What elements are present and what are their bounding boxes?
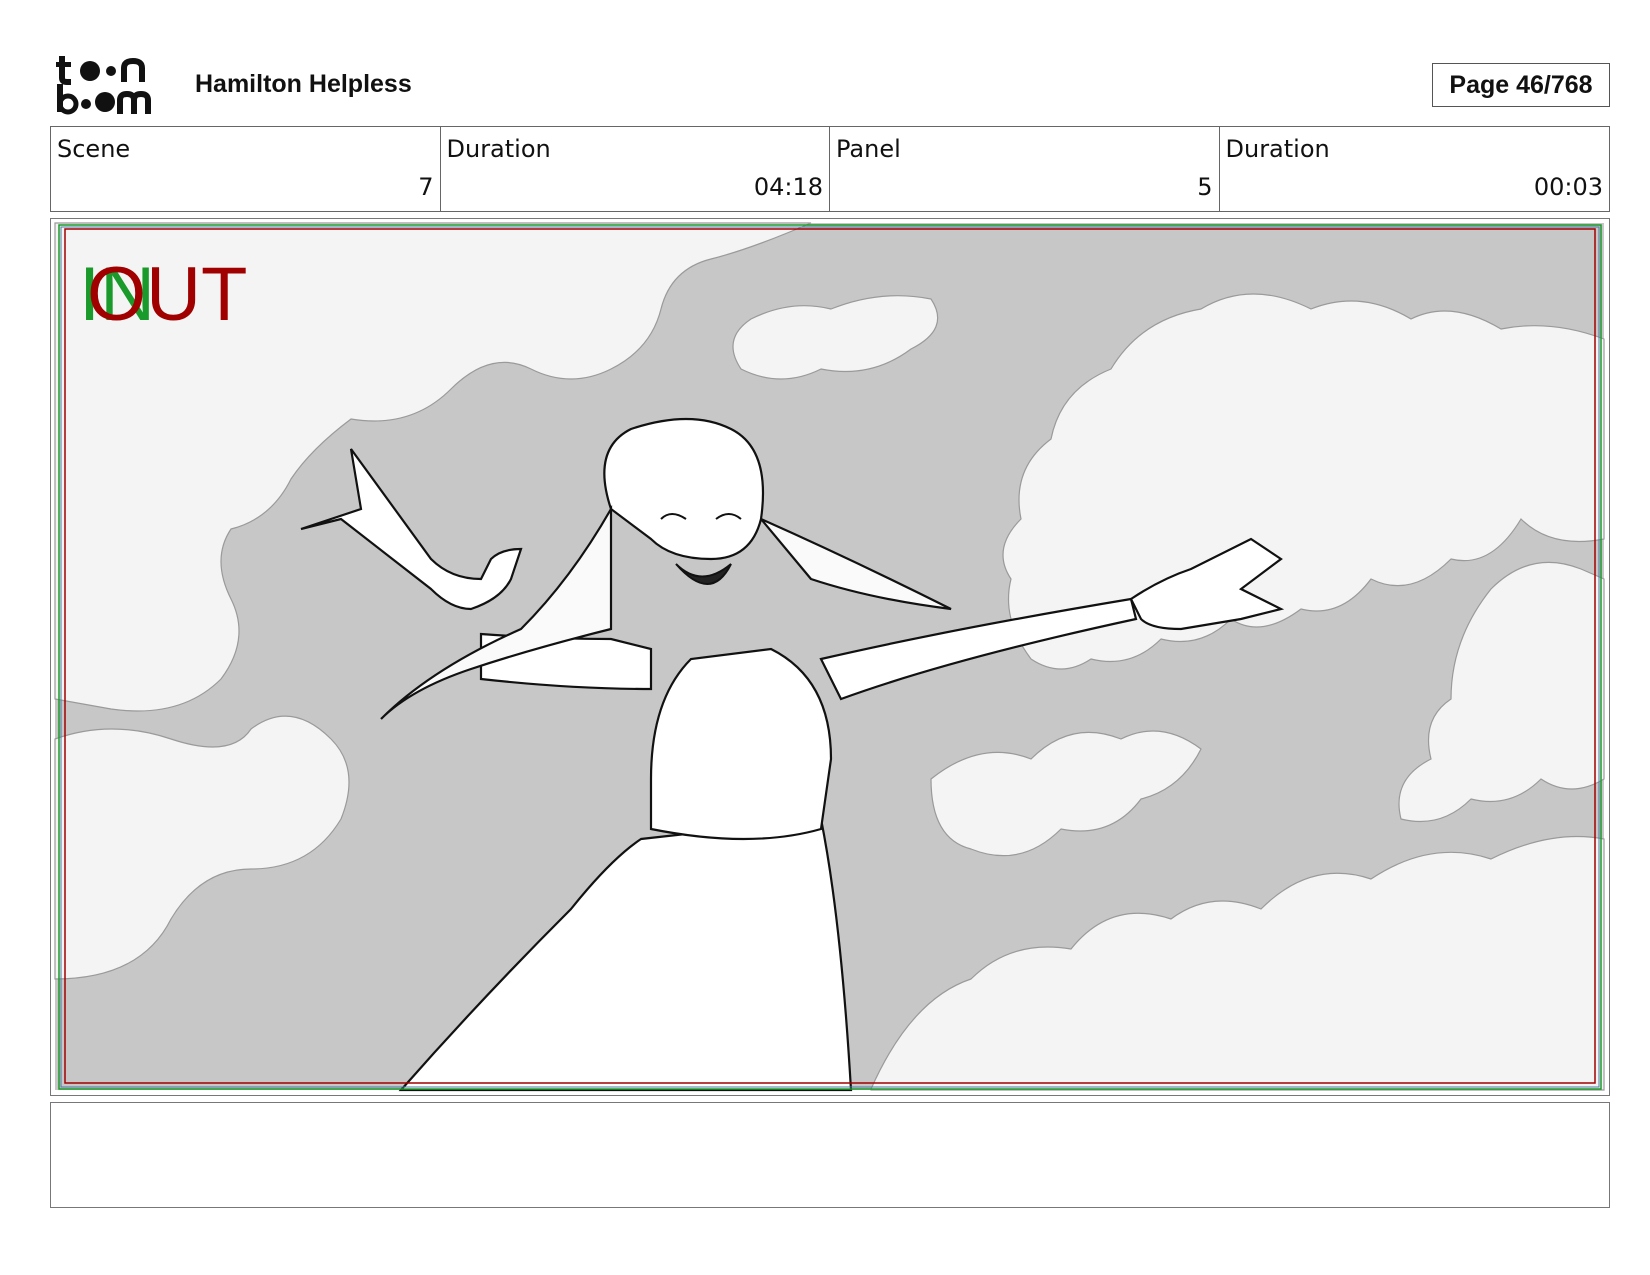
panel-cell: Panel 5 [830,127,1220,211]
scene-info-table: Scene 7 Duration 04:18 Panel 5 Duration … [50,126,1610,212]
project-title: Hamilton Helpless [195,70,412,98]
scene-duration-value: 04:18 [753,173,823,201]
scene-duration-label: Duration [446,135,551,163]
out-marker: OUT [87,252,248,337]
panel-artwork [54,222,1605,1092]
scene-label: Scene [57,135,131,163]
panel-value: 5 [1197,173,1213,201]
panel-label: Panel [836,135,901,163]
scene-duration-cell: Duration 04:18 [441,127,830,211]
panel-duration-label: Duration [1225,135,1330,163]
scene-cell: Scene 7 [51,127,441,211]
toon-boom-logo [54,52,174,118]
toon-boom-logo-icon [56,56,151,115]
panel-duration-cell: Duration 00:03 [1220,127,1610,211]
storyboard-panel: IN OUT [50,218,1610,1096]
page-indicator: Page 46/768 [1432,63,1610,107]
panel-duration-value: 00:03 [1533,173,1603,201]
scene-value: 7 [418,173,434,201]
panel-notes-box[interactable] [50,1102,1610,1208]
